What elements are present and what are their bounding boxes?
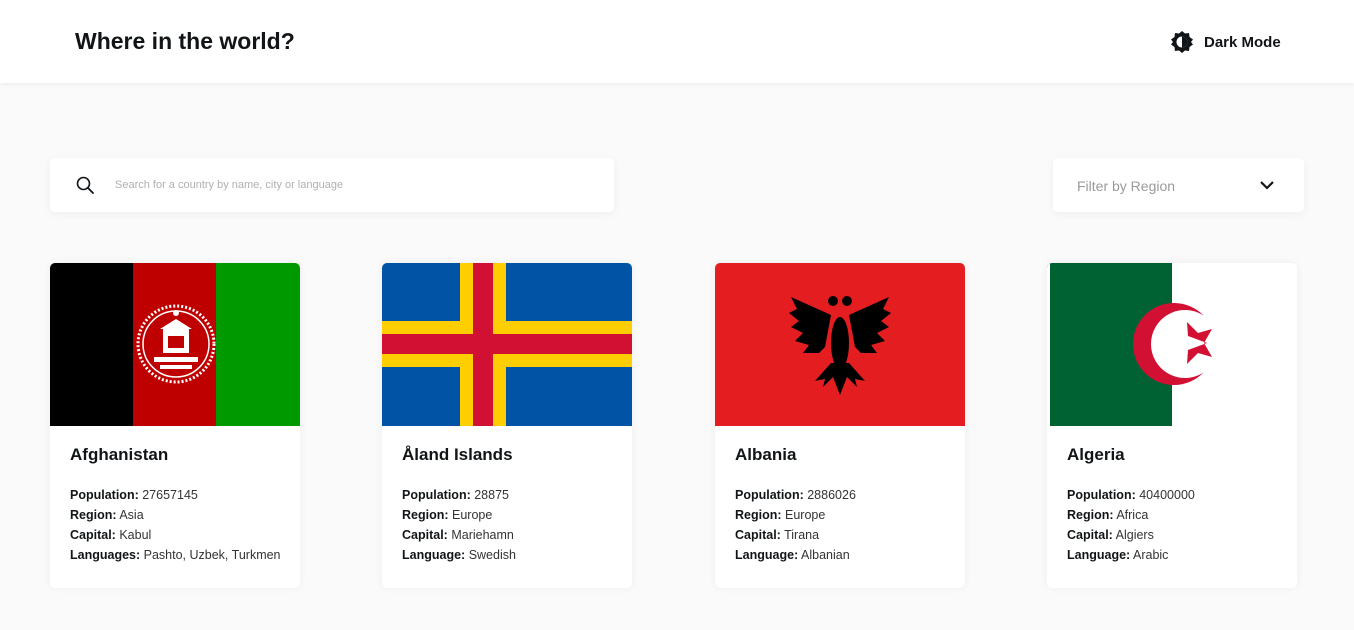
fact-value: 27657145 bbox=[142, 488, 198, 502]
country-facts: Population: 28875 Region: Europe Capital… bbox=[402, 485, 516, 565]
region-fact: Region: Europe bbox=[735, 505, 856, 525]
fact-label: Region: bbox=[70, 508, 117, 522]
region-fact: Region: Asia bbox=[70, 505, 281, 525]
country-name: Algeria bbox=[1067, 445, 1125, 464]
fact-label: Population: bbox=[1067, 488, 1136, 502]
dark-mode-label: Dark Mode bbox=[1204, 33, 1281, 51]
algeria-flag bbox=[1047, 263, 1297, 426]
fact-label: Capital: bbox=[1067, 528, 1113, 542]
country-facts: Population: 27657145 Region: Asia Capita… bbox=[70, 485, 281, 565]
fact-value: Kabul bbox=[119, 528, 152, 542]
fact-value: Asia bbox=[119, 508, 144, 522]
country-card-albania[interactable]: Albania Population: 2886026 Region: Euro… bbox=[715, 263, 965, 588]
fact-label: Population: bbox=[735, 488, 804, 502]
search-icon bbox=[76, 176, 94, 194]
country-card-aland-islands[interactable]: Åland Islands Population: 28875 Region: … bbox=[382, 263, 632, 588]
fact-value: Albanian bbox=[801, 548, 850, 562]
fact-value: Africa bbox=[1116, 508, 1149, 522]
page-title: Where in the world? bbox=[75, 28, 295, 54]
language-fact: Language: Arabic bbox=[1067, 545, 1195, 565]
fact-label: Region: bbox=[402, 508, 449, 522]
region-filter-dropdown[interactable]: Filter by Region bbox=[1053, 158, 1304, 212]
fact-value: Europe bbox=[452, 508, 493, 522]
fact-label: Capital: bbox=[70, 528, 116, 542]
languages-fact: Languages: Pashto, Uzbek, Turkmen bbox=[70, 545, 281, 565]
country-card-afghanistan[interactable]: Afghanistan Population: 27657145 Region:… bbox=[50, 263, 300, 588]
aland-islands-flag bbox=[382, 263, 632, 426]
country-name: Åland Islands bbox=[402, 445, 513, 464]
fact-value: Algiers bbox=[1115, 528, 1154, 542]
population-fact: Population: 27657145 bbox=[70, 485, 281, 505]
chevron-down-icon bbox=[1260, 181, 1274, 190]
fact-label: Region: bbox=[735, 508, 782, 522]
contrast-icon bbox=[1171, 31, 1193, 53]
filter-label: Filter by Region bbox=[1077, 178, 1176, 194]
albania-flag bbox=[715, 263, 965, 426]
capital-fact: Capital: Mariehamn bbox=[402, 525, 516, 545]
country-facts: Population: 40400000 Region: Africa Capi… bbox=[1067, 485, 1195, 565]
fact-value: 2886026 bbox=[807, 488, 856, 502]
fact-value: Arabic bbox=[1133, 548, 1169, 562]
dark-mode-toggle[interactable]: Dark Mode bbox=[1170, 30, 1281, 54]
fact-value: Tirana bbox=[784, 528, 820, 542]
search-box[interactable] bbox=[50, 158, 614, 212]
capital-fact: Capital: Kabul bbox=[70, 525, 281, 545]
fact-label: Languages: bbox=[70, 548, 141, 562]
fact-value: Swedish bbox=[468, 548, 516, 562]
app-header: Where in the world? Dark Mode bbox=[0, 0, 1354, 83]
fact-label: Population: bbox=[402, 488, 471, 502]
search-input[interactable] bbox=[115, 158, 595, 212]
population-fact: Population: 2886026 bbox=[735, 485, 856, 505]
country-facts: Population: 2886026 Region: Europe Capit… bbox=[735, 485, 856, 565]
fact-label: Language: bbox=[1067, 548, 1131, 562]
country-name: Albania bbox=[735, 445, 797, 464]
fact-value: 40400000 bbox=[1139, 488, 1195, 502]
country-card-algeria[interactable]: Algeria Population: 40400000 Region: Afr… bbox=[1047, 263, 1297, 588]
population-fact: Population: 28875 bbox=[402, 485, 516, 505]
fact-label: Language: bbox=[735, 548, 799, 562]
fact-value: 28875 bbox=[474, 488, 509, 502]
country-name: Afghanistan bbox=[70, 445, 169, 464]
fact-value: Europe bbox=[785, 508, 826, 522]
region-fact: Region: Africa bbox=[1067, 505, 1195, 525]
fact-value: Pashto, Uzbek, Turkmen bbox=[143, 548, 281, 562]
fact-label: Language: bbox=[402, 548, 466, 562]
fact-label: Population: bbox=[70, 488, 139, 502]
language-fact: Language: Swedish bbox=[402, 545, 516, 565]
capital-fact: Capital: Algiers bbox=[1067, 525, 1195, 545]
region-fact: Region: Europe bbox=[402, 505, 516, 525]
population-fact: Population: 40400000 bbox=[1067, 485, 1195, 505]
language-fact: Language: Albanian bbox=[735, 545, 856, 565]
fact-label: Region: bbox=[1067, 508, 1114, 522]
fact-value: Mariehamn bbox=[451, 528, 514, 542]
fact-label: Capital: bbox=[402, 528, 448, 542]
fact-label: Capital: bbox=[735, 528, 781, 542]
afghanistan-flag bbox=[50, 263, 300, 426]
capital-fact: Capital: Tirana bbox=[735, 525, 856, 545]
